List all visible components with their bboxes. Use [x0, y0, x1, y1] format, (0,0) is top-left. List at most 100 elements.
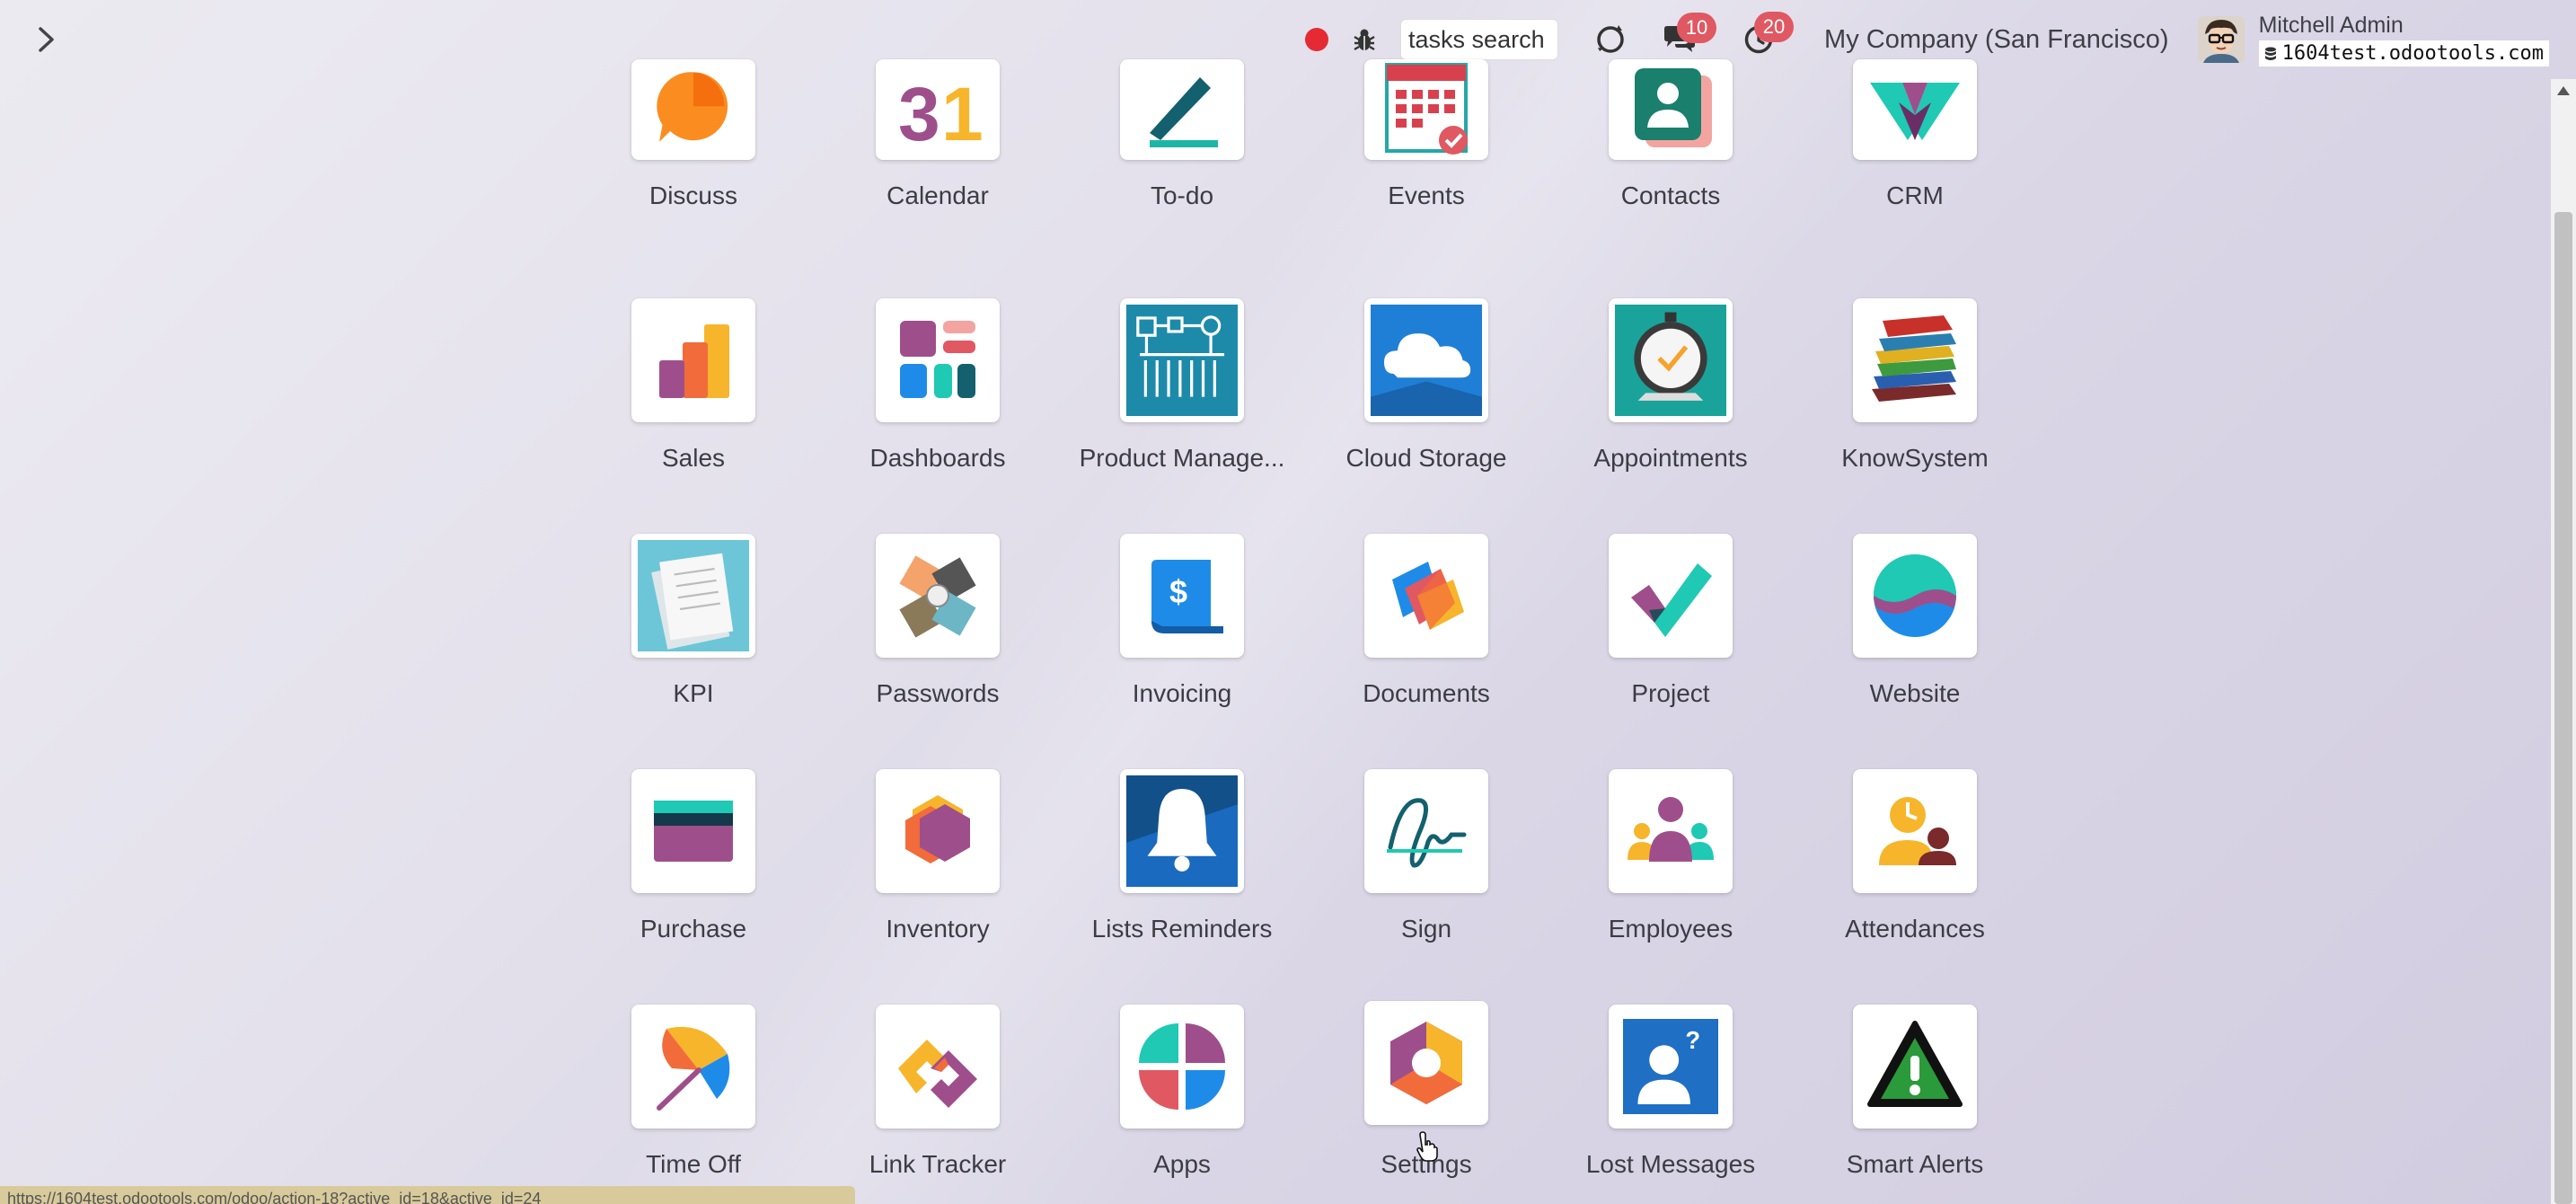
user-menu[interactable]: Mitchell Admin 1604test.odootools.com	[2169, 13, 2549, 66]
app-label: Link Tracker	[869, 1150, 1007, 1178]
app-product-management[interactable]: Product Manage...	[1060, 298, 1304, 487]
app-calendar[interactable]: 3 1 Calendar	[816, 36, 1060, 225]
app-label: Sales	[661, 444, 726, 472]
app-label: Sign	[1400, 915, 1452, 943]
user-name: Mitchell Admin	[2258, 13, 2404, 38]
app-label: Employees	[1608, 915, 1734, 943]
contacts-icon	[1635, 68, 1712, 147]
app-label: Calendar	[887, 181, 989, 209]
svg-text:$: $	[1169, 573, 1187, 610]
time-off-icon	[657, 1026, 730, 1111]
knowsystem-icon	[1872, 315, 1956, 402]
reminders-icon	[1126, 775, 1238, 887]
app-lost-messages[interactable]: ? Lost Messages	[1548, 1005, 1793, 1193]
app-appointments[interactable]: Appointments	[1548, 298, 1793, 487]
app-discuss[interactable]: Discuss	[571, 36, 816, 225]
app-label: To-do	[1150, 181, 1214, 209]
chevron-right-icon	[39, 27, 54, 52]
attendances-icon	[1879, 797, 1956, 865]
crm-icon	[1870, 83, 1960, 140]
inventory-icon	[905, 795, 970, 863]
app-label: Events	[1388, 181, 1465, 209]
passwords-icon	[899, 555, 976, 638]
link-tracker-icon	[898, 1040, 977, 1108]
app-label: Invoicing	[1132, 679, 1232, 707]
kpi-icon	[638, 540, 749, 651]
app-cloud-storage[interactable]: Cloud Storage	[1304, 298, 1548, 487]
app-documents[interactable]: Documents	[1304, 534, 1548, 722]
smart-alerts-icon	[1867, 1021, 1963, 1107]
app-events[interactable]: Events	[1304, 36, 1548, 225]
app-label: Documents	[1363, 679, 1490, 707]
app-purchase[interactable]: Purchase	[571, 769, 816, 958]
svg-text:1: 1	[941, 72, 984, 156]
app-label: Appointments	[1593, 444, 1748, 472]
appointments-icon	[1615, 305, 1726, 416]
svg-text:?: ?	[1685, 1026, 1700, 1054]
app-sign[interactable]: Sign	[1304, 769, 1548, 958]
sidebar-toggle-button[interactable]	[29, 22, 65, 58]
scroll-up-arrow-icon[interactable]	[2557, 86, 2570, 95]
app-website[interactable]: Website	[1793, 534, 2037, 722]
app-inventory[interactable]: Inventory	[816, 769, 1060, 958]
app-label: Dashboards	[869, 444, 1006, 472]
sales-icon	[659, 324, 729, 398]
app-crm[interactable]: CRM	[1793, 36, 2037, 225]
discuss-icon	[657, 72, 728, 142]
calendar-icon: 3 1	[898, 72, 984, 156]
todo-icon	[1150, 77, 1218, 147]
dashboards-icon	[900, 321, 975, 398]
app-label: Inventory	[886, 915, 990, 943]
documents-icon	[1392, 562, 1464, 630]
employees-icon	[1628, 797, 1714, 862]
app-label: Contacts	[1620, 181, 1721, 209]
database-icon	[2264, 47, 2276, 60]
app-label: KnowSystem	[1841, 444, 1989, 472]
app-label: Time Off	[646, 1150, 741, 1178]
lost-messages-icon: ?	[1623, 1019, 1718, 1114]
sign-icon	[1387, 798, 1467, 868]
app-label: Attendances	[1845, 915, 1985, 943]
apps-icon	[1139, 1023, 1225, 1110]
app-label: Apps	[1153, 1150, 1211, 1178]
app-project[interactable]: Project	[1548, 534, 1793, 722]
svg-text:3: 3	[898, 72, 940, 156]
avatar	[2197, 16, 2245, 63]
app-label: CRM	[1886, 181, 1944, 209]
app-label: Project	[1631, 679, 1710, 707]
app-label: Product Manage...	[1079, 444, 1285, 472]
status-bar-url: https://1604test.odootools.com/odoo/acti…	[0, 1186, 855, 1204]
app-dashboards[interactable]: Dashboards	[816, 298, 1060, 487]
product-management-icon	[1126, 305, 1238, 416]
app-employees[interactable]: Employees	[1548, 769, 1793, 958]
app-label: Lists Reminders	[1091, 915, 1273, 943]
website-icon	[1874, 554, 1956, 637]
app-label: Lost Messages	[1585, 1150, 1756, 1178]
app-label: Purchase	[640, 915, 747, 943]
invoicing-icon: $	[1151, 560, 1223, 633]
hand-cursor-icon	[1416, 1131, 1438, 1162]
events-icon	[1385, 63, 1468, 155]
app-contacts[interactable]: Contacts	[1548, 36, 1793, 225]
app-label: Website	[1869, 679, 1961, 707]
app-knowsystem[interactable]: KnowSystem	[1793, 298, 2037, 487]
app-apps[interactable]: Apps	[1060, 1005, 1304, 1193]
app-sales[interactable]: Sales	[571, 298, 816, 487]
app-label: Cloud Storage	[1345, 444, 1507, 472]
app-invoicing[interactable]: $ Invoicing	[1060, 534, 1304, 722]
app-kpi[interactable]: KPI	[571, 534, 816, 722]
app-attendances[interactable]: Attendances	[1793, 769, 2037, 958]
app-label: Smart Alerts	[1846, 1150, 1984, 1178]
cloud-storage-icon	[1371, 305, 1482, 416]
settings-icon	[1390, 1022, 1462, 1104]
app-label: KPI	[673, 679, 714, 707]
app-todo[interactable]: To-do	[1060, 36, 1304, 225]
app-passwords[interactable]: Passwords	[816, 534, 1060, 722]
scrollbar-thumb[interactable]	[2554, 212, 2572, 1204]
purchase-icon	[654, 801, 733, 862]
app-lists-reminders[interactable]: Lists Reminders	[1060, 769, 1304, 958]
app-time-off[interactable]: Time Off	[571, 1005, 816, 1193]
app-label: Discuss	[648, 181, 737, 209]
app-link-tracker[interactable]: Link Tracker	[816, 1005, 1060, 1193]
app-smart-alerts[interactable]: Smart Alerts	[1793, 1005, 2037, 1193]
